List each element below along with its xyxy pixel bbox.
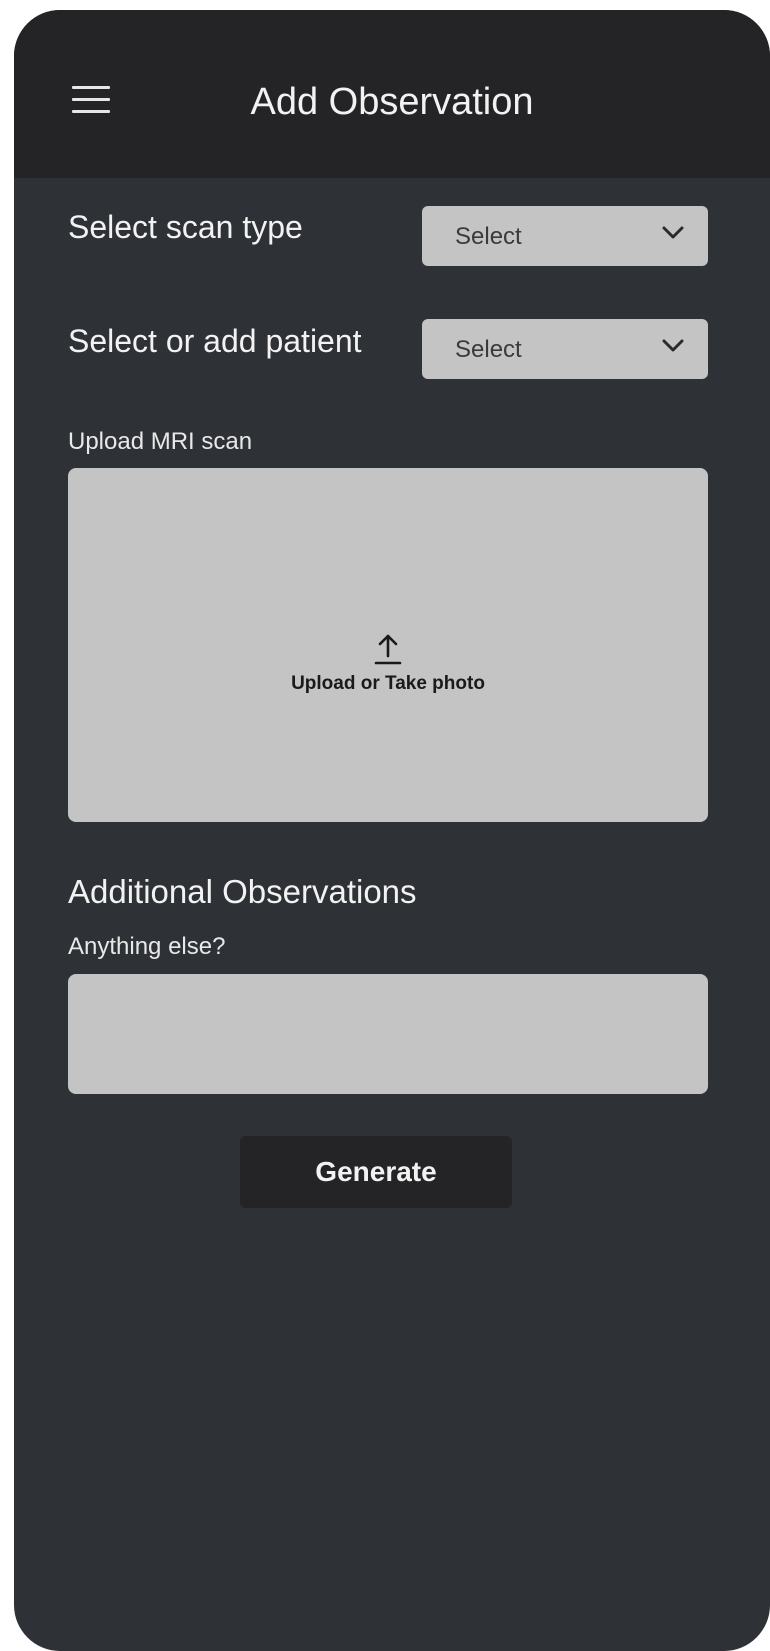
scan-type-select[interactable]: Select — [422, 206, 708, 266]
chevron-down-icon — [662, 226, 684, 239]
upload-icon — [374, 634, 402, 665]
scan-type-label: Select scan type — [68, 209, 303, 245]
hamburger-menu-icon[interactable] — [72, 86, 110, 114]
patient-select[interactable]: Select — [422, 319, 708, 379]
upload-dropzone[interactable]: Upload or Take photo — [68, 468, 708, 822]
app-screen: Add Observation Select scan type Select … — [14, 10, 770, 1651]
app-header: Add Observation — [14, 10, 770, 178]
patient-label: Select or add patient — [68, 323, 362, 359]
anything-else-label: Anything else? — [68, 933, 226, 960]
additional-observations-heading: Additional Observations — [68, 873, 417, 910]
scan-type-select-value: Select — [455, 223, 522, 250]
chevron-down-icon — [662, 339, 684, 352]
generate-button[interactable]: Generate — [240, 1136, 512, 1208]
upload-mri-label: Upload MRI scan — [68, 428, 253, 455]
upload-action-text: Upload or Take photo — [291, 673, 485, 694]
additional-observations-input[interactable] — [68, 974, 708, 1094]
patient-select-value: Select — [455, 336, 522, 363]
page-title: Add Observation — [250, 81, 534, 123]
